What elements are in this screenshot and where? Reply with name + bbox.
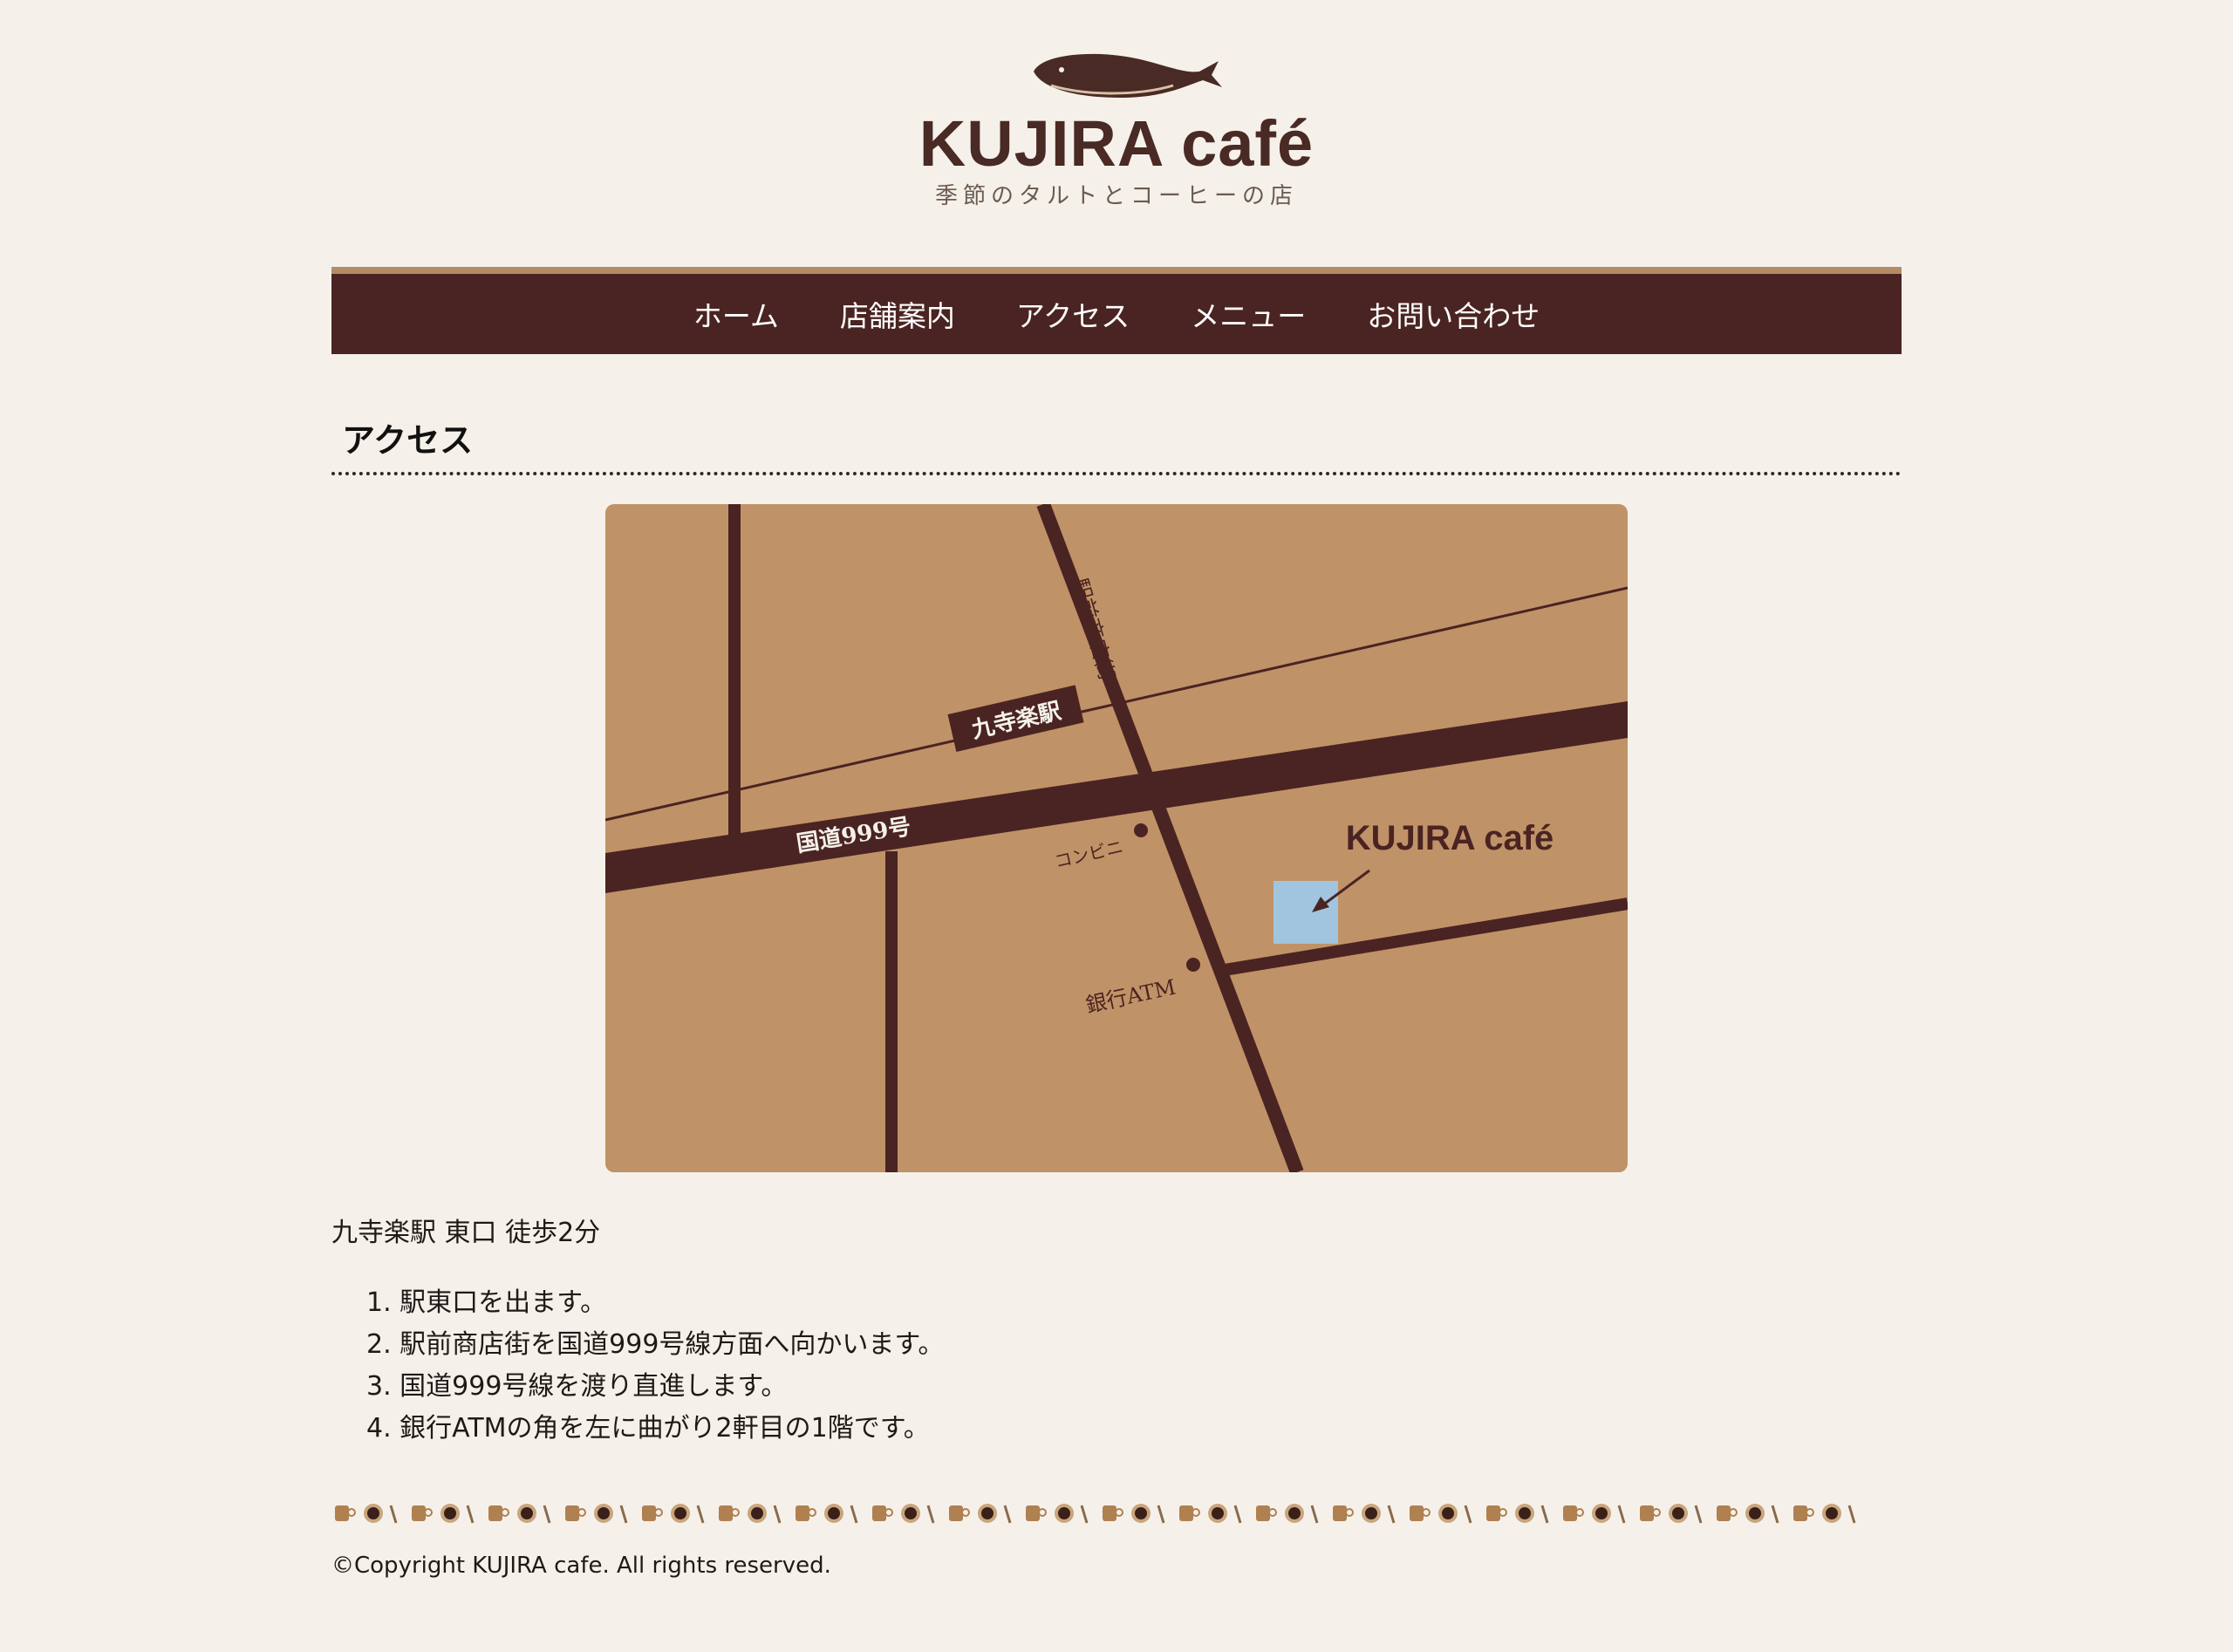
cafe-map-label: KUJIRA café [1346,819,1554,857]
coffee-cup-icon [949,1504,1012,1524]
coffee-cup-icon [1486,1504,1549,1524]
access-map: 九寺楽駅 国道999号 駅前商店街 コンビニ 銀行ATM KUJIRA café [605,504,1628,1172]
nav-item-store-info[interactable]: 店舗案内 [840,293,955,335]
directions-list: 1. 駅東口を出ます。 2. 駅前商店街を国道999号線方面へ向かいます。 3.… [366,1282,944,1450]
coffee-cup-icon [1026,1504,1089,1524]
logo-title: KUJIRA café [918,107,1315,180]
cafe-location-marker [1274,881,1338,944]
coffee-cup-icon [488,1504,551,1524]
coffee-cup-icon [1256,1504,1319,1524]
nav-item-contact[interactable]: お問い合わせ [1367,293,1540,335]
station-walk-info: 九寺楽駅 東口 徒歩2分 [331,1218,601,1248]
coffee-cup-border [335,1504,1856,1524]
title-divider [331,472,1902,475]
nav-item-menu[interactable]: メニュー [1191,293,1306,335]
coffee-cup-icon [1333,1504,1396,1524]
coffee-cup-icon [335,1504,398,1524]
logo-subtitle: 季節のタルトとコーヒーの店 [934,183,1298,209]
list-item: 1. 駅東口を出ます。 [366,1287,607,1318]
copyright: ©Copyright KUJIRA cafe. All rights reser… [331,1553,831,1579]
bank-atm-marker [1186,958,1200,972]
coffee-cup-icon [1103,1504,1165,1524]
page-title: アクセス [342,421,474,460]
coffee-cup-icon [1640,1504,1703,1524]
coffee-cup-icon [1563,1504,1626,1524]
page: KUJIRA café 季節のタルトとコーヒーの店 ホーム 店舗案内 アクセス … [0,0,2233,1652]
list-item: 4. 銀行ATMの角を左に曲がり2軒目の1階です。 [366,1413,930,1444]
site-logo[interactable]: KUJIRA café 季節のタルトとコーヒーの店 [907,45,1326,229]
coffee-cup-icon [412,1504,475,1524]
list-item: 3. 国道999号線を渡り直進します。 [366,1371,788,1402]
coffee-cup-icon [1717,1504,1779,1524]
main-nav: ホーム 店舗案内 アクセス メニュー お問い合わせ [331,267,1902,354]
coffee-cup-icon [719,1504,782,1524]
access-map-graphic: 九寺楽駅 国道999号 駅前商店街 コンビニ 銀行ATM KUJIRA café [605,504,1628,1172]
coffee-cup-icon [796,1504,858,1524]
coffee-cup-icon [565,1504,628,1524]
nav-item-access[interactable]: アクセス [1016,293,1130,335]
coffee-cup-icon [872,1504,935,1524]
coffee-cup-icon [1410,1504,1472,1524]
list-item: 2. 駅前商店街を国道999号線方面へ向かいます。 [366,1329,945,1360]
coffee-cup-icon [1179,1504,1242,1524]
whale-icon [1034,53,1222,98]
coffee-cup-icon [1793,1504,1856,1524]
coffee-cup-icon [642,1504,705,1524]
convenience-store-marker [1134,823,1148,837]
nav-item-home[interactable]: ホーム [693,293,779,335]
